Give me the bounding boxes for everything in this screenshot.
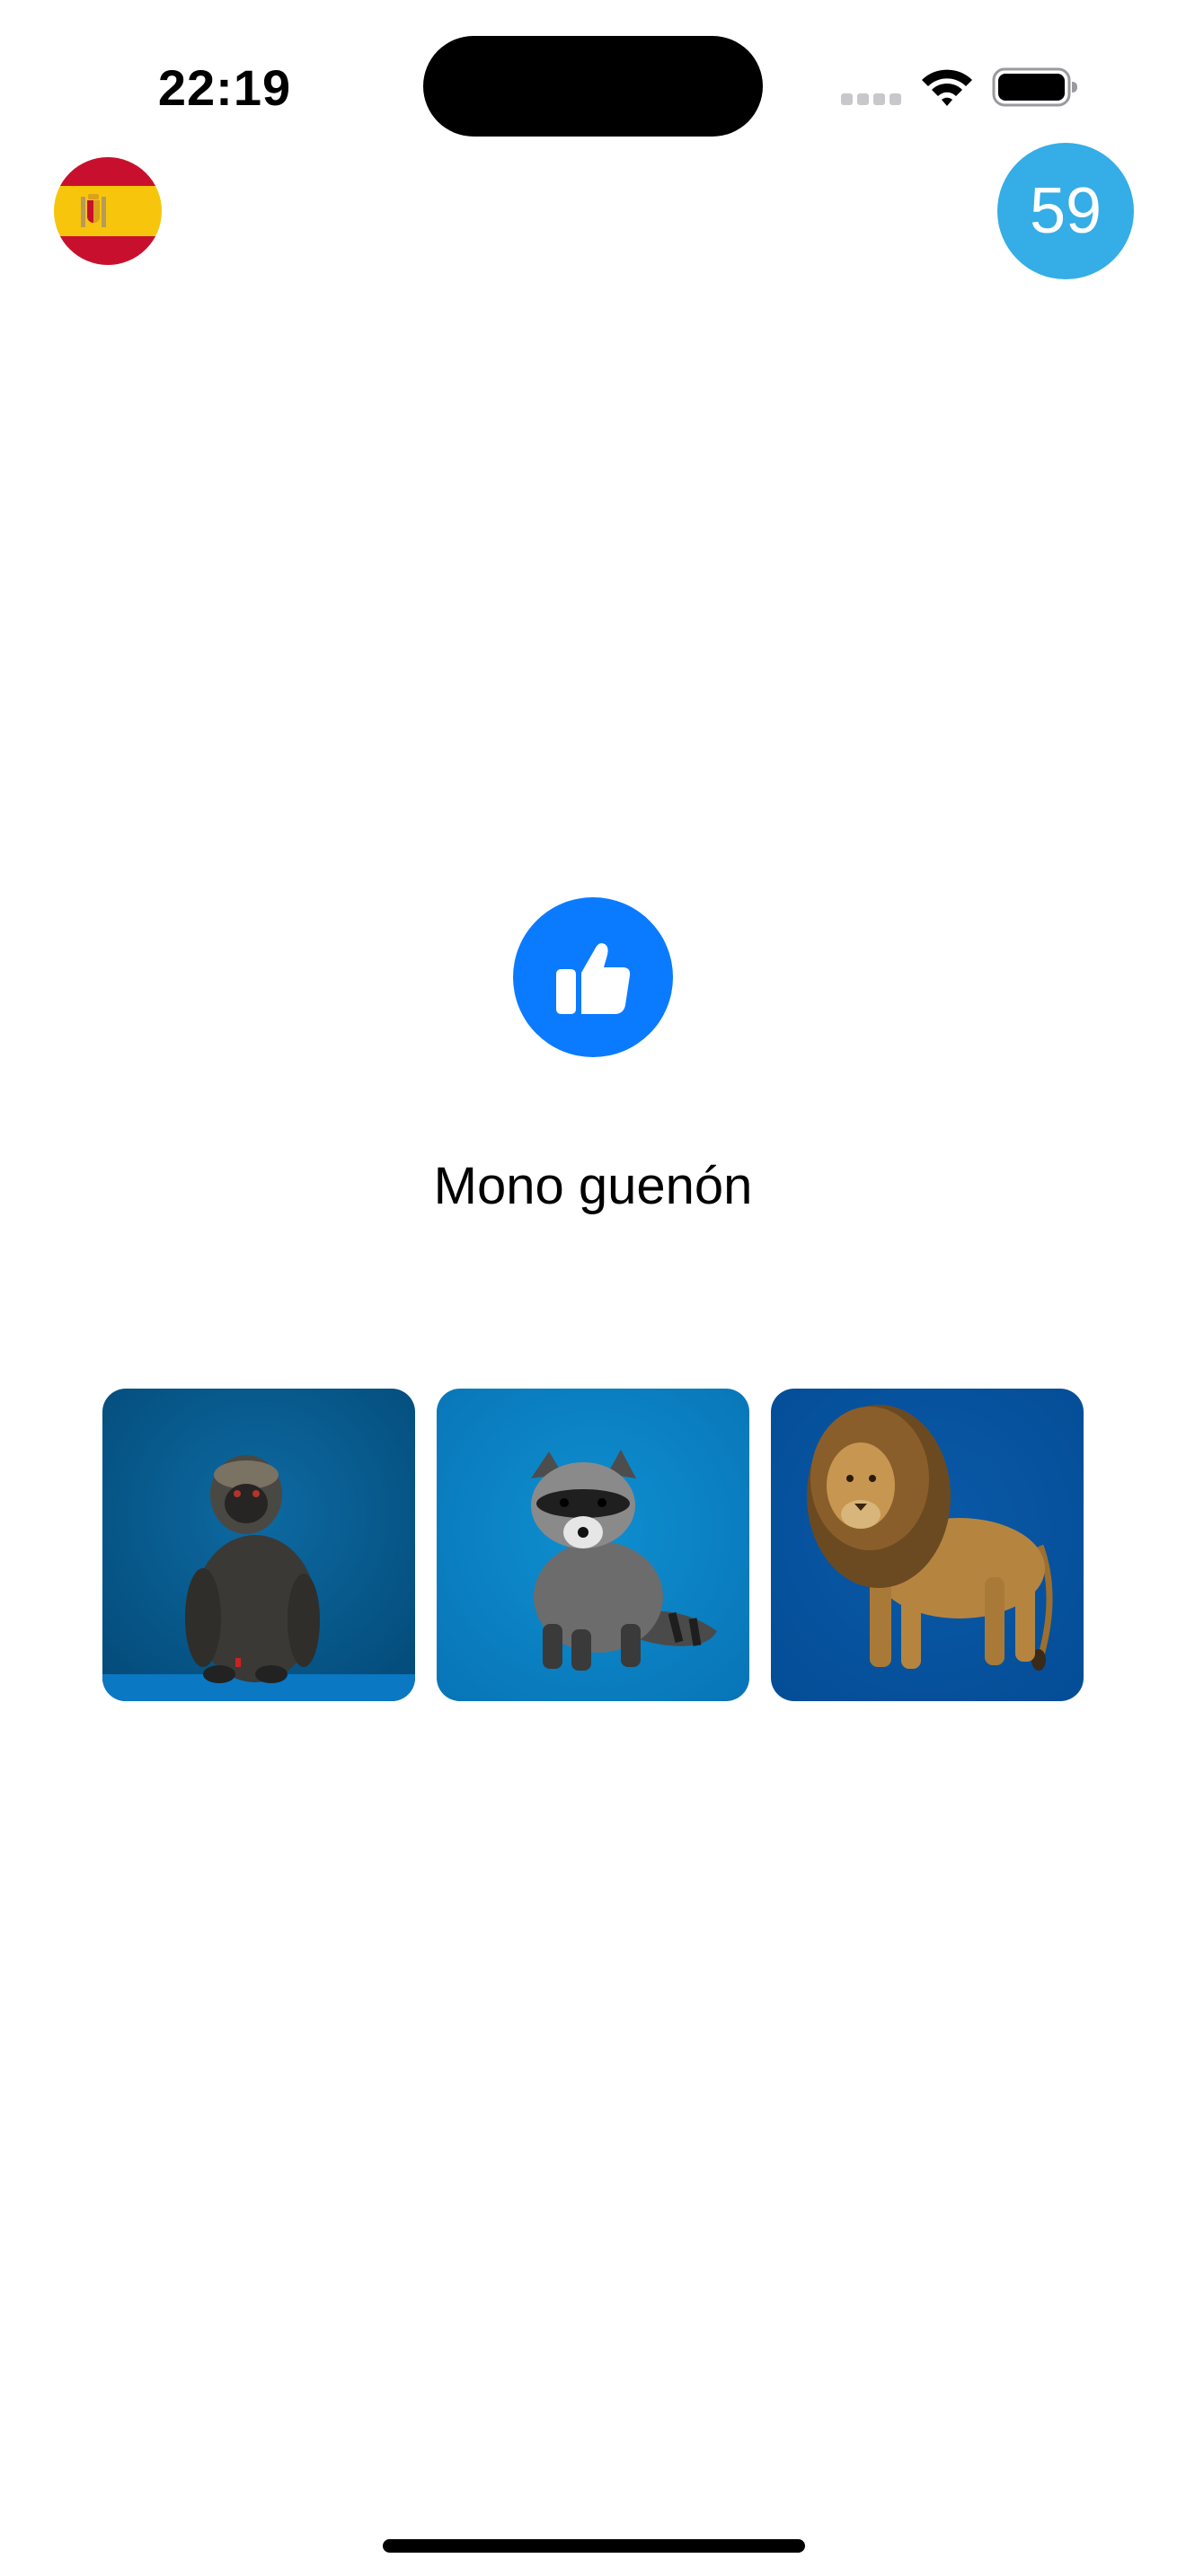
answer-option-raccoon[interactable] — [437, 1389, 749, 1701]
wifi-icon — [922, 69, 972, 106]
raccoon-image — [437, 1389, 749, 1701]
language-flag-button[interactable] — [54, 157, 162, 265]
spain-flag-icon — [54, 157, 162, 265]
target-word: Mono guenón — [433, 1157, 753, 1215]
answer-option-lion[interactable] — [771, 1389, 1084, 1701]
thumbs-up-icon — [556, 943, 631, 1014]
cellular-signal-icon — [841, 93, 902, 106]
score-badge: 59 — [997, 143, 1134, 279]
status-time: 22:19 — [157, 59, 292, 116]
home-indicator[interactable] — [383, 2539, 805, 2553]
battery-icon — [992, 67, 1077, 107]
dynamic-island — [423, 36, 763, 137]
feedback-indicator — [513, 897, 673, 1057]
lion-image — [771, 1389, 1084, 1701]
monkey-image — [102, 1389, 415, 1701]
answer-option-monkey[interactable] — [102, 1389, 415, 1701]
